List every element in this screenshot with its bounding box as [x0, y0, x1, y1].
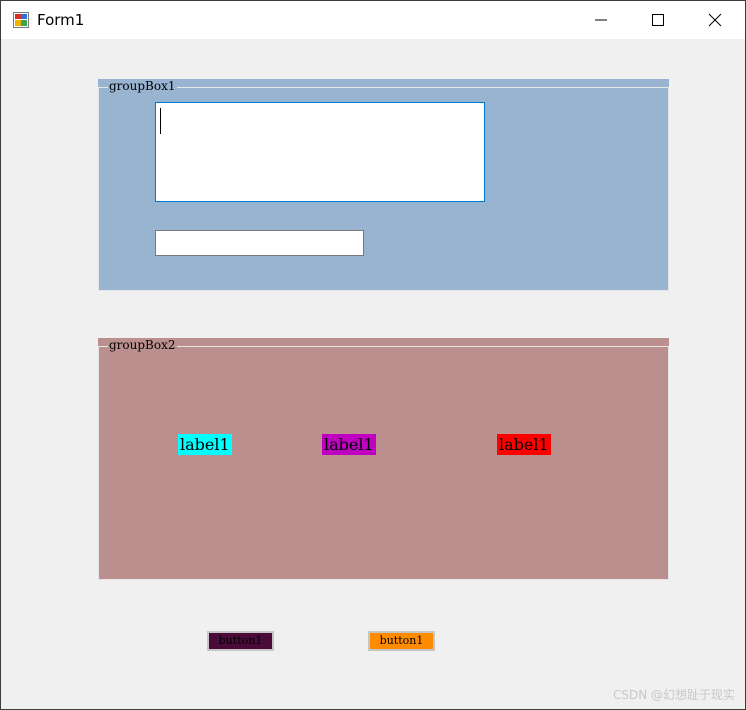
- groupbox-2-caption: groupBox2: [108, 338, 177, 352]
- form1-window: Form1 groupBox1 groupBox2 label1 label1 …: [0, 0, 746, 710]
- maximize-icon: [652, 14, 664, 26]
- label-red: label1: [497, 434, 551, 455]
- button-dark[interactable]: button1: [207, 631, 274, 651]
- title-bar[interactable]: Form1: [1, 1, 745, 39]
- winforms-app-icon: [13, 12, 29, 28]
- groupbox-1-right-border: [668, 87, 669, 291]
- text-caret: [160, 108, 161, 134]
- groupbox-2-left-border: [98, 346, 99, 580]
- label-magenta: label1: [322, 434, 376, 455]
- groupbox-1-left-border: [98, 87, 99, 291]
- groupbox-1-caption: groupBox1: [108, 79, 177, 93]
- groupbox-2-top-border: [98, 346, 669, 347]
- window-title: Form1: [37, 11, 85, 29]
- groupbox-1-bottom-border: [98, 290, 669, 291]
- groupbox-1-top-border: [98, 87, 669, 88]
- close-button[interactable]: [692, 1, 738, 39]
- groupbox-2: groupBox2 label1 label1 label1: [98, 338, 669, 580]
- minimize-icon: [595, 19, 607, 21]
- watermark: CSDN @幻想趾于现实: [612, 688, 735, 702]
- groupbox-1: groupBox1: [98, 79, 669, 291]
- minimize-button[interactable]: [578, 1, 624, 39]
- multiline-textbox[interactable]: [155, 102, 485, 202]
- maximize-button[interactable]: [635, 1, 681, 39]
- groupbox-2-bottom-border: [98, 579, 669, 580]
- label-cyan: label1: [178, 434, 232, 455]
- button-orange[interactable]: button1: [368, 631, 435, 651]
- close-icon: [708, 13, 722, 27]
- single-line-textbox[interactable]: [155, 230, 364, 256]
- groupbox-2-right-border: [668, 346, 669, 580]
